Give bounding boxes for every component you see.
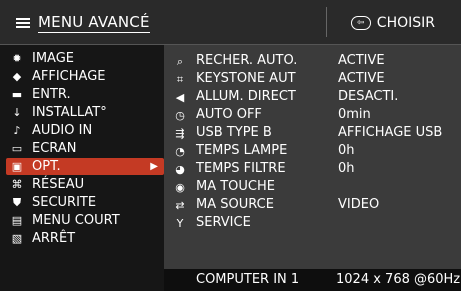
option-value: ACTIVE: [338, 53, 385, 68]
sidebar-item-label: ECRAN: [32, 141, 77, 156]
sidebar-item-image[interactable]: ✹ IMAGE: [10, 50, 74, 67]
option-value: ACTIVE: [338, 71, 385, 86]
audio-icon: ♪: [13, 124, 21, 137]
my-source-icon: ⇄: [175, 198, 185, 212]
menu-title: MENU AVANCÉ: [38, 13, 150, 33]
keystone-icon: ⌗: [176, 72, 184, 86]
sidebar-item-arret[interactable]: ▧ ARRÊT: [10, 230, 75, 247]
sidebar-item-label: AFFICHAGE: [32, 69, 106, 84]
security-icon: ⛊: [12, 196, 22, 209]
sidebar-item-label: OPT.: [32, 159, 61, 174]
sidebar-item-reseau[interactable]: ⌘ RÉSEAU: [10, 176, 85, 193]
option-label: MA TOUCHE: [196, 179, 275, 194]
option-value: 0min: [338, 107, 371, 122]
sidebar-item-ecran[interactable]: ▭ ECRAN: [10, 140, 77, 157]
option-label: MA SOURCE: [196, 197, 274, 212]
option-value: AFFICHAGE USB: [338, 125, 443, 140]
sidebar-item-label: MENU COURT: [32, 213, 120, 228]
sidebar-item-installat[interactable]: ↓ INSTALLAT°: [10, 104, 107, 121]
sidebar-item-audio-in[interactable]: ♪ AUDIO IN: [10, 122, 92, 139]
auto-search-icon: ⌕: [176, 54, 184, 68]
option-label: AUTO OFF: [196, 107, 262, 122]
option-row-my-source[interactable]: ⇄ MA SOURCE VIDEO: [164, 196, 461, 213]
auto-off-icon: ◷: [175, 108, 185, 122]
enter-button-icon: ⇦: [350, 16, 371, 30]
choose-label: CHOISIR: [376, 15, 435, 31]
signal-resolution-status: 1024 x 768 @60Hz: [336, 272, 461, 287]
option-row-auto-search[interactable]: ⌕ RECHER. AUTO. ACTIVE: [164, 52, 461, 69]
option-row-lamp-time[interactable]: ◔ TEMPS LAMPE 0h: [164, 142, 461, 159]
sidebar-item-securite[interactable]: ⛊ SECURITE: [10, 194, 96, 211]
option-row-service[interactable]: Y SERVICE: [164, 214, 461, 231]
lamp-time-icon: ◔: [175, 144, 185, 158]
input-source-status: COMPUTER IN 1: [196, 272, 300, 287]
usb-icon: ⇶: [175, 126, 185, 140]
option-row-filter-time[interactable]: ◕ TEMPS FILTRE 0h: [164, 160, 461, 177]
sidebar-item-label: ARRÊT: [32, 231, 76, 246]
options-panel: ⌕ RECHER. AUTO. ACTIVE ⌗ KEYSTONE AUT AC…: [164, 45, 461, 269]
sidebar-item-label: RÉSEAU: [32, 177, 85, 192]
service-icon: Y: [176, 216, 184, 230]
sidebar-menu: ✹ IMAGE ◆ AFFICHAGE ▬ ENTR. ↓ INSTALLAT°…: [0, 45, 164, 291]
install-icon: ↓: [12, 106, 22, 119]
sidebar-item-affichage[interactable]: ◆ AFFICHAGE: [10, 68, 106, 85]
option-row-usb-type-b[interactable]: ⇶ USB TYPE B AFFICHAGE USB: [164, 124, 461, 141]
option-label: ALLUM. DIRECT: [196, 89, 296, 104]
choose-hint: ⇦ CHOISIR: [350, 12, 435, 34]
option-row-auto-off[interactable]: ◷ AUTO OFF 0min: [164, 106, 461, 123]
direct-power-icon: ◀: [175, 90, 185, 104]
my-button-icon: ◉: [175, 180, 185, 194]
header-divider: [326, 7, 327, 37]
sidebar-item-label: INSTALLAT°: [32, 105, 107, 120]
option-label: TEMPS FILTRE: [196, 161, 286, 176]
screen-icon: ▭: [11, 142, 23, 155]
option-label: SERVICE: [196, 215, 251, 230]
option-row-my-button[interactable]: ◉ MA TOUCHE: [164, 178, 461, 195]
sidebar-item-menu-court[interactable]: ▤ MENU COURT: [10, 212, 120, 229]
projector-osd: MENU AVANCÉ ⇦ CHOISIR ✹ IMAGE ◆ AFFICHAG…: [0, 0, 461, 291]
submenu-arrow-icon: ▶: [150, 161, 158, 172]
option-row-direct-power[interactable]: ◀ ALLUM. DIRECT DESACTI.: [164, 88, 461, 105]
option-label: RECHER. AUTO.: [196, 53, 298, 68]
menu-title-group: MENU AVANCÉ: [16, 12, 150, 34]
sidebar-item-label: AUDIO IN: [32, 123, 93, 138]
option-label: TEMPS LAMPE: [196, 143, 288, 158]
sidebar-item-label: SECURITE: [32, 195, 97, 210]
option-row-keystone[interactable]: ⌗ KEYSTONE AUT ACTIVE: [164, 70, 461, 87]
sidebar-item-entr[interactable]: ▬ ENTR.: [10, 86, 71, 103]
display-icon: ◆: [12, 70, 22, 83]
option-value: VIDEO: [338, 197, 380, 212]
status-footer: COMPUTER IN 1 1024 x 768 @60Hz: [164, 269, 461, 291]
sidebar-item-opt[interactable]: ▣ OPT. ▶: [6, 158, 164, 175]
brightness-icon: ✹: [12, 52, 22, 65]
menu-header: MENU AVANCÉ ⇦ CHOISIR: [0, 0, 461, 45]
sidebar-item-label: ENTR.: [32, 87, 71, 102]
option-label: USB TYPE B: [196, 125, 272, 140]
option-value: 0h: [338, 161, 355, 176]
option-value: 0h: [338, 143, 355, 158]
sidebar-item-label: IMAGE: [32, 51, 75, 66]
menu-icon: [16, 17, 30, 29]
option-icon: ▣: [11, 160, 23, 173]
option-value: DESACTI.: [338, 89, 399, 104]
input-icon: ▬: [11, 88, 23, 101]
short-menu-icon: ▤: [11, 214, 23, 227]
filter-time-icon: ◕: [175, 162, 185, 176]
network-icon: ⌘: [11, 178, 23, 191]
option-label: KEYSTONE AUT: [196, 71, 296, 86]
exit-icon: ▧: [11, 232, 23, 245]
